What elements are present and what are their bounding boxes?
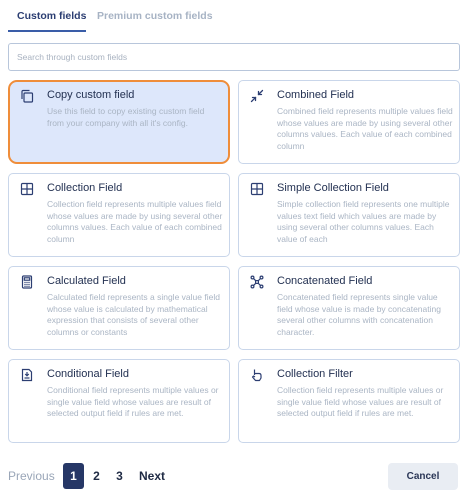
- previous-page-button[interactable]: Previous: [8, 463, 55, 489]
- card-title: Collection Field: [47, 182, 123, 194]
- page-3-button[interactable]: 3: [109, 463, 130, 489]
- card-description: Collection field represents multiple val…: [277, 385, 444, 418]
- card-description: Calculated field represents a single val…: [47, 292, 220, 337]
- card-calculated-field[interactable]: Calculated Field Calculated field repres…: [8, 266, 230, 350]
- calculator-icon: [20, 275, 34, 289]
- nodes-icon: [250, 275, 264, 289]
- card-combined-field[interactable]: Combined Field Combined field represents…: [238, 80, 460, 164]
- card-title: Collection Filter: [277, 368, 353, 380]
- compress-arrows-icon: [250, 89, 264, 103]
- conditional-doc-icon: [20, 368, 34, 382]
- card-description: Conditional field represents multiple va…: [47, 385, 219, 418]
- card-copy-custom-field[interactable]: Copy custom field Use this field to copy…: [8, 80, 230, 164]
- tab-premium-custom-fields[interactable]: Premium custom fields: [97, 10, 213, 22]
- copy-icon: [20, 89, 34, 103]
- tab-custom-fields[interactable]: Custom fields: [17, 10, 86, 22]
- tab-bar: Custom fields Premium custom fields: [0, 0, 474, 34]
- card-title: Simple Collection Field: [277, 182, 389, 194]
- search-input[interactable]: [8, 43, 460, 71]
- grid-icon: [20, 182, 34, 196]
- card-title: Combined Field: [277, 89, 355, 101]
- grid-icon: [250, 182, 264, 196]
- active-tab-indicator: [8, 30, 86, 32]
- card-description: Simple collection field represents one m…: [277, 199, 450, 244]
- filter-hand-icon: [250, 368, 264, 382]
- card-title: Copy custom field: [47, 89, 135, 101]
- card-description: Concatenated field represents single val…: [277, 292, 441, 337]
- next-page-button[interactable]: Next: [139, 463, 165, 489]
- page-2-button[interactable]: 2: [86, 463, 107, 489]
- card-concatenated-field[interactable]: Concatenated Field Concatenated field re…: [238, 266, 460, 350]
- card-collection-field[interactable]: Collection Field Collection field repres…: [8, 173, 230, 257]
- card-title: Calculated Field: [47, 275, 126, 287]
- card-description: Combined field represents multiple value…: [277, 106, 453, 151]
- card-description: Use this field to copy existing custom f…: [47, 106, 205, 128]
- card-collection-filter[interactable]: Collection Filter Collection field repre…: [238, 359, 460, 443]
- card-conditional-field[interactable]: Conditional Field Conditional field repr…: [8, 359, 230, 443]
- card-title: Conditional Field: [47, 368, 129, 380]
- card-simple-collection-field[interactable]: Simple Collection Field Simple collectio…: [238, 173, 460, 257]
- card-description: Collection field represents multiple val…: [47, 199, 223, 244]
- page-1-button[interactable]: 1: [63, 463, 84, 489]
- card-title: Concatenated Field: [277, 275, 373, 287]
- cancel-button[interactable]: Cancel: [388, 463, 458, 490]
